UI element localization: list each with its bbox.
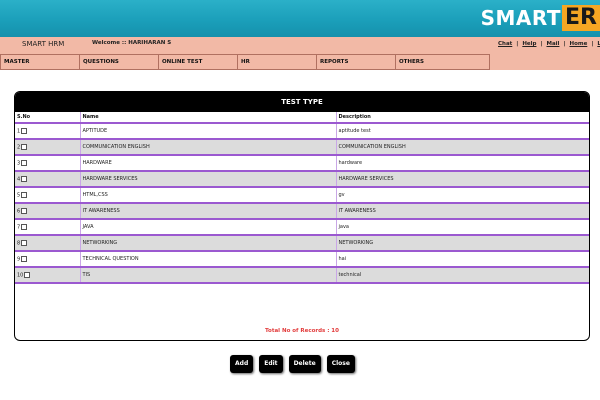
column-header-name: Name <box>80 112 337 124</box>
main-menu: MASTER QUESTIONS ONLINE TEST HR REPORTS … <box>0 54 490 70</box>
cell-sno: 8 <box>15 235 81 252</box>
cell-description: java <box>336 219 589 236</box>
menu-hr[interactable]: HR <box>238 54 317 70</box>
table-header-row: S.No Name Description <box>15 112 589 124</box>
app-name: SMART HRM <box>22 40 65 48</box>
cell-name: JAVA <box>80 219 337 236</box>
cell-description: gv <box>336 187 589 204</box>
row-checkbox[interactable] <box>21 159 28 166</box>
row-number: 5 <box>17 192 21 199</box>
row-number: 2 <box>17 144 21 151</box>
action-buttons: Add Edit Delete Close <box>230 355 355 373</box>
row-number: 8 <box>17 240 21 247</box>
cell-sno: 9 <box>15 251 81 268</box>
table-row: 6 IT AWARENESS IT AWARENESS <box>15 203 589 220</box>
cell-sno: 10 <box>15 267 81 284</box>
row-number: 6 <box>17 208 21 215</box>
row-checkbox[interactable] <box>24 271 31 278</box>
cell-name: HARDWARE SERVICES <box>80 171 337 188</box>
table-row: 9 TECHNICAL QUESTION hai <box>15 251 589 268</box>
table-row: 4 HARDWARE SERVICES HARDWARE SERVICES <box>15 171 589 188</box>
table-row: 7 JAVA java <box>15 219 589 236</box>
cell-sno: 1 <box>15 123 81 140</box>
row-checkbox[interactable] <box>21 127 28 134</box>
row-number: 4 <box>17 176 21 183</box>
row-checkbox[interactable] <box>21 207 28 214</box>
total-records: Total No of Records : 10 <box>265 328 339 334</box>
chat-link[interactable]: Chat <box>498 41 512 47</box>
column-header-description: Description <box>336 112 589 124</box>
row-checkbox[interactable] <box>21 143 28 150</box>
welcome-text: Welcome :: HARIHARAN S <box>92 40 172 46</box>
mail-link[interactable]: Mail <box>546 41 559 47</box>
add-button[interactable]: Add <box>230 355 254 373</box>
logo-text-smart: SMART <box>480 6 562 30</box>
cell-description: HARDWARE SERVICES <box>336 171 589 188</box>
row-number: 9 <box>17 256 21 263</box>
row-checkbox[interactable] <box>21 223 28 230</box>
cell-sno: 2 <box>15 139 81 156</box>
test-type-table: S.No Name Description 1 APTITUDE aptitude … <box>15 112 589 284</box>
test-type-panel: TEST TYPE S.No Name Description 1 APTITUD… <box>14 91 590 341</box>
cell-sno: 5 <box>15 187 81 204</box>
cell-sno: 4 <box>15 171 81 188</box>
row-number: 7 <box>17 224 21 231</box>
cell-name: APTITUDE <box>80 123 337 140</box>
cell-name: COMMUNICATION ENGLISH <box>80 139 337 156</box>
cell-description: aptitude test <box>336 123 589 140</box>
home-link[interactable]: Home <box>569 41 587 47</box>
table-row: 8 NETWORKING NETWORKING <box>15 235 589 252</box>
panel-title: TEST TYPE <box>15 92 589 112</box>
table-row: 5 HTML,CSS gv <box>15 187 589 204</box>
row-number: 1 <box>17 128 21 135</box>
cell-sno: 7 <box>15 219 81 236</box>
app-logo: SMART ER <box>481 5 600 31</box>
menu-others[interactable]: OTHERS <box>396 54 490 70</box>
row-checkbox[interactable] <box>21 255 28 262</box>
top-links: Chat | Help | Mail | Home | L <box>498 41 600 47</box>
cell-name: TECHNICAL QUESTION <box>80 251 337 268</box>
table-row: 2 COMMUNICATION ENGLISH COMMUNICATION ENGL… <box>15 139 589 156</box>
cell-description: hardware <box>336 155 589 172</box>
cell-name: TIS <box>80 267 337 284</box>
cell-description: COMMUNICATION ENGLISH <box>336 139 589 156</box>
menu-reports[interactable]: REPORTS <box>317 54 396 70</box>
logo-text-er: ER <box>562 5 600 31</box>
row-number: 3 <box>17 160 21 167</box>
cell-description: IT AWARENESS <box>336 203 589 220</box>
table-row: 3 HARDWARE hardware <box>15 155 589 172</box>
cell-description: NETWORKING <box>336 235 589 252</box>
cell-sno: 3 <box>15 155 81 172</box>
help-link[interactable]: Help <box>522 41 536 47</box>
close-button[interactable]: Close <box>326 355 355 373</box>
menu-questions[interactable]: QUESTIONS <box>80 54 159 70</box>
row-checkbox[interactable] <box>21 239 28 246</box>
delete-button[interactable]: Delete <box>288 355 321 373</box>
cell-name: HTML,CSS <box>80 187 337 204</box>
row-checkbox[interactable] <box>21 191 28 198</box>
edit-button[interactable]: Edit <box>259 355 283 373</box>
table-row: 10 TIS technical <box>15 267 589 284</box>
menu-online-test[interactable]: ONLINE TEST <box>159 54 238 70</box>
cell-sno: 6 <box>15 203 81 220</box>
column-header-sno: S.No <box>15 112 81 124</box>
row-number: 10 <box>17 272 24 279</box>
row-checkbox[interactable] <box>21 175 28 182</box>
cell-description: technical <box>336 267 589 284</box>
menu-master[interactable]: MASTER <box>0 54 80 70</box>
top-banner: SMART ER <box>0 0 600 37</box>
cell-name: NETWORKING <box>80 235 337 252</box>
cell-name: HARDWARE <box>80 155 337 172</box>
cell-name: IT AWARENESS <box>80 203 337 220</box>
table-row: 1 APTITUDE aptitude test <box>15 123 589 140</box>
cell-description: hai <box>336 251 589 268</box>
